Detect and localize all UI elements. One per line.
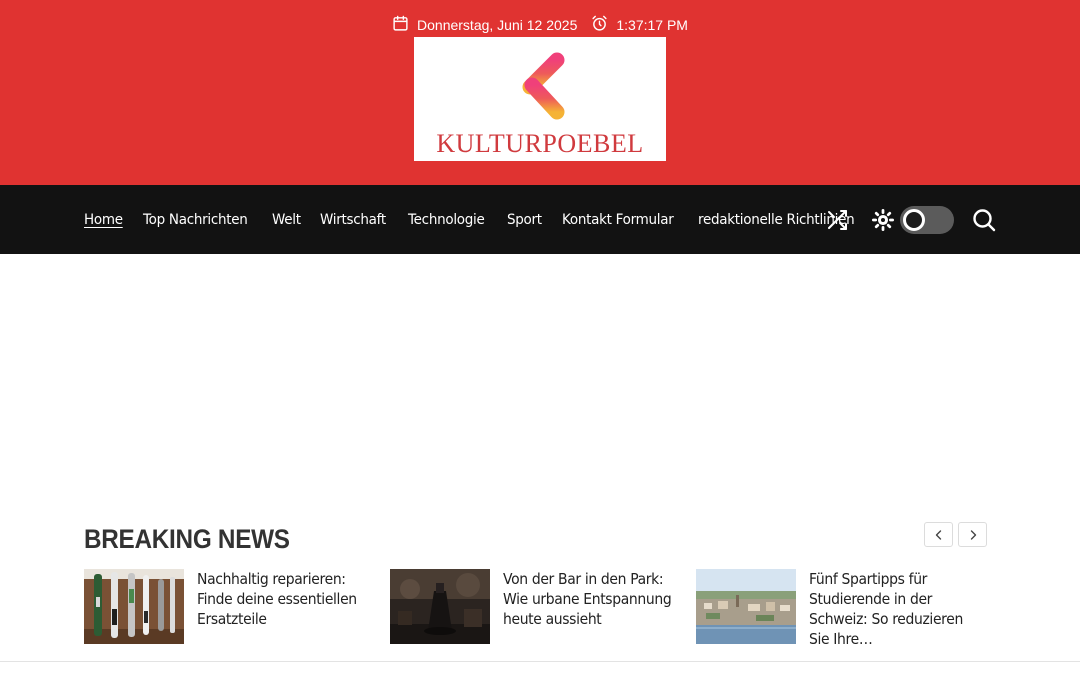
chevron-left-icon xyxy=(935,529,941,540)
shuffle-icon[interactable] xyxy=(824,207,850,233)
nav-link-welt[interactable]: Welt xyxy=(272,212,301,228)
news-card[interactable]: Nachhaltig reparieren: Finde deine essen… xyxy=(84,569,390,649)
news-thumbnail-bar[interactable] xyxy=(390,569,490,644)
logo-k-icon xyxy=(513,50,565,122)
nav-menu: Home Top Nachrichten Welt Wirtschaft Tec… xyxy=(84,185,867,254)
nav-link-home[interactable]: Home xyxy=(84,212,123,228)
site-header: Donnerstag, Juni 12 2025 1:37:17 PM KULT… xyxy=(0,0,1080,185)
site-logo[interactable]: KULTURPOEBEL xyxy=(414,37,666,161)
nav-item-technologie: Technologie xyxy=(408,212,490,228)
news-card[interactable]: Von der Bar in den Park: Wie urbane Ents… xyxy=(390,569,696,649)
news-title[interactable]: Nachhaltig reparieren: Finde deine essen… xyxy=(197,569,371,649)
date-time-bar: Donnerstag, Juni 12 2025 1:37:17 PM xyxy=(0,15,1080,35)
nav-link-wirtschaft[interactable]: Wirtschaft xyxy=(320,212,386,228)
section-divider xyxy=(0,661,1080,662)
nav-link-top-nachrichten[interactable]: Top Nachrichten xyxy=(143,212,248,228)
breaking-news-heading: BREAKING NEWS xyxy=(84,524,290,554)
nav-item-wirtschaft: Wirtschaft xyxy=(320,212,391,228)
slider-controls xyxy=(924,522,987,547)
nav-link-kontakt-formular[interactable]: Kontakt Formular xyxy=(562,212,674,228)
news-card[interactable]: Fünf Spartipps für Studierende in der Sc… xyxy=(696,569,1002,649)
news-title[interactable]: Von der Bar in den Park: Wie urbane Ents… xyxy=(503,569,677,649)
nav-link-sport[interactable]: Sport xyxy=(507,212,542,228)
nav-item-sport: Sport xyxy=(507,212,544,228)
alarm-clock-icon xyxy=(591,15,608,35)
toggle-knob xyxy=(903,208,925,231)
next-button[interactable] xyxy=(958,522,987,547)
nav-link-technologie[interactable]: Technologie xyxy=(408,212,485,228)
calendar-icon xyxy=(392,15,409,35)
prev-button[interactable] xyxy=(924,522,953,547)
nav-item-home: Home xyxy=(84,212,126,228)
news-title[interactable]: Fünf Spartipps für Studierende in der Sc… xyxy=(809,569,983,649)
current-date: Donnerstag, Juni 12 2025 xyxy=(417,17,578,33)
date-display: Donnerstag, Juni 12 2025 xyxy=(392,15,577,35)
search-icon[interactable] xyxy=(972,208,996,232)
logo-wordmark: KULTURPOEBEL xyxy=(436,129,644,158)
nav-tools xyxy=(824,185,996,254)
current-time: 1:37:17 PM xyxy=(616,17,688,33)
breaking-news-list: Nachhaltig reparieren: Finde deine essen… xyxy=(84,569,1002,649)
nav-item-top-nachrichten: Top Nachrichten xyxy=(143,212,255,228)
nav-item-kontakt: Kontakt Formular xyxy=(562,212,682,228)
sun-icon[interactable] xyxy=(872,208,894,231)
time-display: 1:37:17 PM xyxy=(591,15,688,35)
news-thumbnail-tools[interactable] xyxy=(84,569,184,644)
chevron-right-icon xyxy=(970,529,976,540)
nav-item-welt: Welt xyxy=(272,212,303,228)
main-navigation: Home Top Nachrichten Welt Wirtschaft Tec… xyxy=(0,185,1080,254)
dark-mode-toggle[interactable] xyxy=(900,205,954,234)
news-thumbnail-city[interactable] xyxy=(696,569,796,644)
